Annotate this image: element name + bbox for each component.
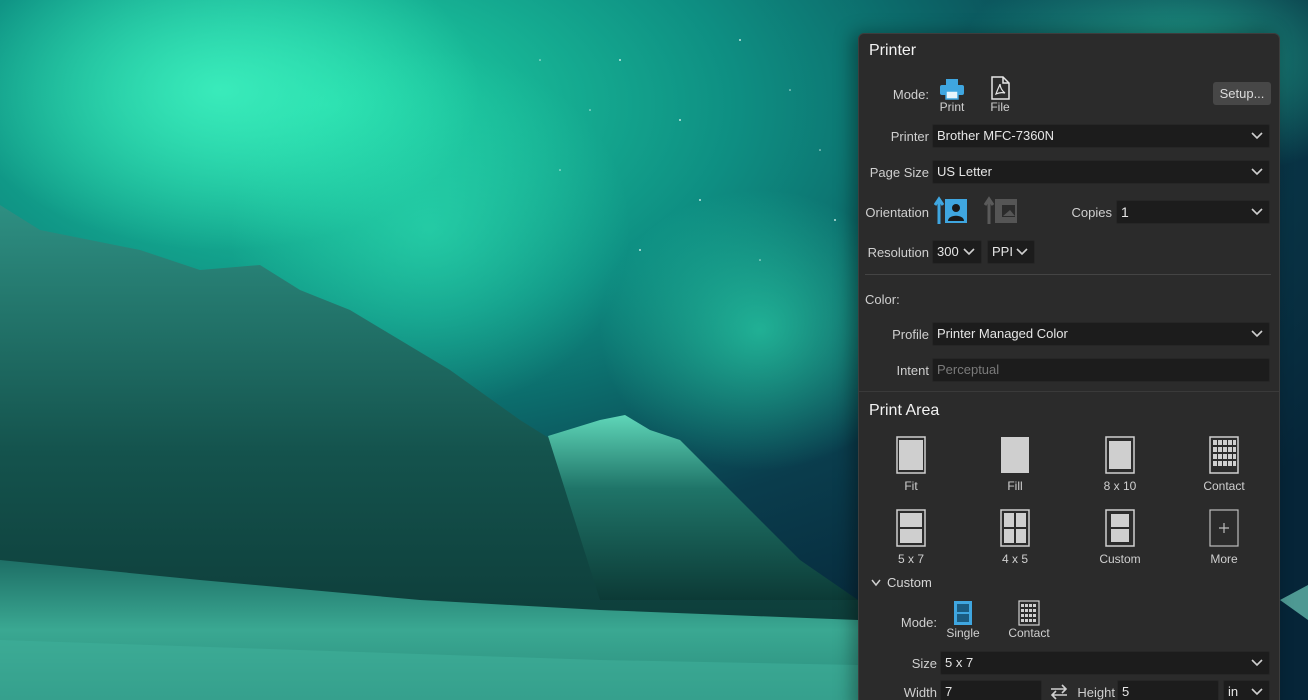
chevron-down-icon — [1251, 132, 1263, 140]
print-area-fill-label: Fill — [1007, 479, 1023, 493]
custom-unit-select[interactable]: in — [1223, 680, 1270, 700]
chevron-down-icon — [1251, 168, 1263, 176]
custom-mode-label: Mode: — [900, 615, 937, 630]
resolution-select[interactable]: 300 — [932, 240, 982, 264]
print-area-8x10-button[interactable]: 8 x 10 — [1085, 435, 1155, 493]
printer-section-title: Printer — [869, 42, 917, 59]
divider — [859, 391, 1279, 392]
intent-value: Perceptual — [937, 362, 1000, 377]
custom-height-input[interactable]: 5 — [1117, 680, 1219, 700]
resolution-unit-value: PPI — [992, 244, 1013, 259]
custom-mode-contact-label: Contact — [1008, 626, 1050, 640]
mode-print-button[interactable]: Print — [932, 74, 972, 114]
print-area-5x7-label: 5 x 7 — [897, 552, 924, 566]
resolution-value: 300 — [937, 244, 959, 259]
mode-file-label: File — [990, 100, 1010, 114]
custom-size-select[interactable]: 5 x 7 — [940, 651, 1270, 675]
custom-mode-contact-button[interactable]: Contact — [1004, 600, 1054, 640]
custom-heading: Custom — [887, 575, 932, 590]
chevron-down-icon — [963, 248, 975, 256]
chevron-down-icon — [1251, 208, 1263, 216]
custom-mode-single-label: Single — [946, 626, 980, 640]
print-area-custom-label: Custom — [1099, 552, 1141, 566]
custom-mode-single-button[interactable]: Single — [943, 600, 983, 640]
plus-icon — [1189, 508, 1259, 548]
chevron-down-icon — [1251, 659, 1263, 667]
print-area-fill-button[interactable]: Fill — [980, 435, 1050, 493]
custom-width-label: Width — [903, 685, 937, 700]
mode-file-button[interactable]: File — [980, 74, 1020, 114]
chevron-down-icon — [1251, 688, 1263, 696]
print-area-title: Print Area — [869, 402, 940, 419]
custom-size-label: Size — [911, 656, 937, 671]
print-area-custom-button[interactable]: Custom — [1085, 508, 1155, 566]
profile-value: Printer Managed Color — [937, 326, 1068, 341]
contact-grid-icon — [1004, 600, 1054, 626]
custom-height-value: 5 — [1122, 684, 1130, 699]
print-area-more-button[interactable]: More — [1189, 508, 1259, 566]
custom-unit-value: in — [1228, 684, 1239, 699]
divider — [865, 274, 1271, 275]
print-area-4x5-label: 4 x 5 — [1001, 552, 1028, 566]
custom-size-value: 5 x 7 — [945, 655, 974, 670]
printer-icon — [932, 74, 972, 100]
5x7-layout-icon — [876, 508, 946, 548]
fit-layout-icon — [876, 435, 946, 475]
custom-width-input[interactable]: 7 — [940, 680, 1042, 700]
single-layout-icon — [943, 600, 983, 626]
swap-dimensions-icon[interactable] — [1049, 684, 1069, 700]
resolution-label: Resolution — [867, 245, 929, 260]
printer-panel: Printer Mode: Print File Setup... Printe… — [858, 33, 1280, 700]
setup-button[interactable]: Setup... — [1213, 82, 1271, 105]
printer-label: Printer — [890, 129, 929, 144]
print-area-more-label: More — [1210, 552, 1238, 566]
chevron-down-icon — [871, 579, 881, 587]
color-heading: Color: — [865, 292, 900, 307]
copies-select[interactable]: 1 — [1116, 200, 1270, 224]
print-area-fit-label: Fit — [904, 479, 918, 493]
chevron-down-icon — [1251, 330, 1263, 338]
print-area-fit-button[interactable]: Fit — [876, 435, 946, 493]
mode-print-label: Print — [939, 100, 965, 114]
resolution-unit-select[interactable]: PPI — [987, 240, 1035, 264]
custom-layout-icon — [1085, 508, 1155, 548]
page-size-label: Page Size — [869, 165, 929, 180]
8x10-layout-icon — [1085, 435, 1155, 475]
portrait-orientation-icon[interactable] — [934, 196, 970, 226]
copies-label: Copies — [1071, 205, 1112, 220]
print-area-contact-button[interactable]: Contact — [1189, 435, 1259, 493]
landscape-orientation-icon[interactable] — [984, 196, 1020, 226]
page-size-value: US Letter — [937, 164, 992, 179]
profile-label: Profile — [892, 327, 929, 342]
custom-height-label: Height — [1077, 685, 1115, 700]
fill-layout-icon — [980, 435, 1050, 475]
mode-label: Mode: — [892, 87, 929, 102]
page-size-select[interactable]: US Letter — [932, 160, 1270, 184]
print-area-5x7-button[interactable]: 5 x 7 — [876, 508, 946, 566]
print-area-8x10-label: 8 x 10 — [1103, 479, 1137, 493]
contact-sheet-icon — [1189, 435, 1259, 475]
intent-label: Intent — [896, 363, 929, 378]
chevron-down-icon — [1016, 248, 1028, 256]
copies-value: 1 — [1121, 204, 1129, 220]
pdf-file-icon — [980, 74, 1020, 100]
orientation-label: Orientation — [865, 205, 929, 220]
custom-disclosure-toggle[interactable]: Custom — [871, 575, 932, 590]
custom-width-value: 7 — [945, 684, 953, 699]
print-area-contact-label: Contact — [1203, 479, 1245, 493]
print-area-4x5-button[interactable]: 4 x 5 — [980, 508, 1050, 566]
profile-select[interactable]: Printer Managed Color — [932, 322, 1270, 346]
printer-select[interactable]: Brother MFC-7360N — [932, 124, 1270, 148]
intent-select[interactable]: Perceptual — [932, 358, 1270, 382]
4x5-layout-icon — [980, 508, 1050, 548]
printer-select-value: Brother MFC-7360N — [937, 128, 1055, 143]
